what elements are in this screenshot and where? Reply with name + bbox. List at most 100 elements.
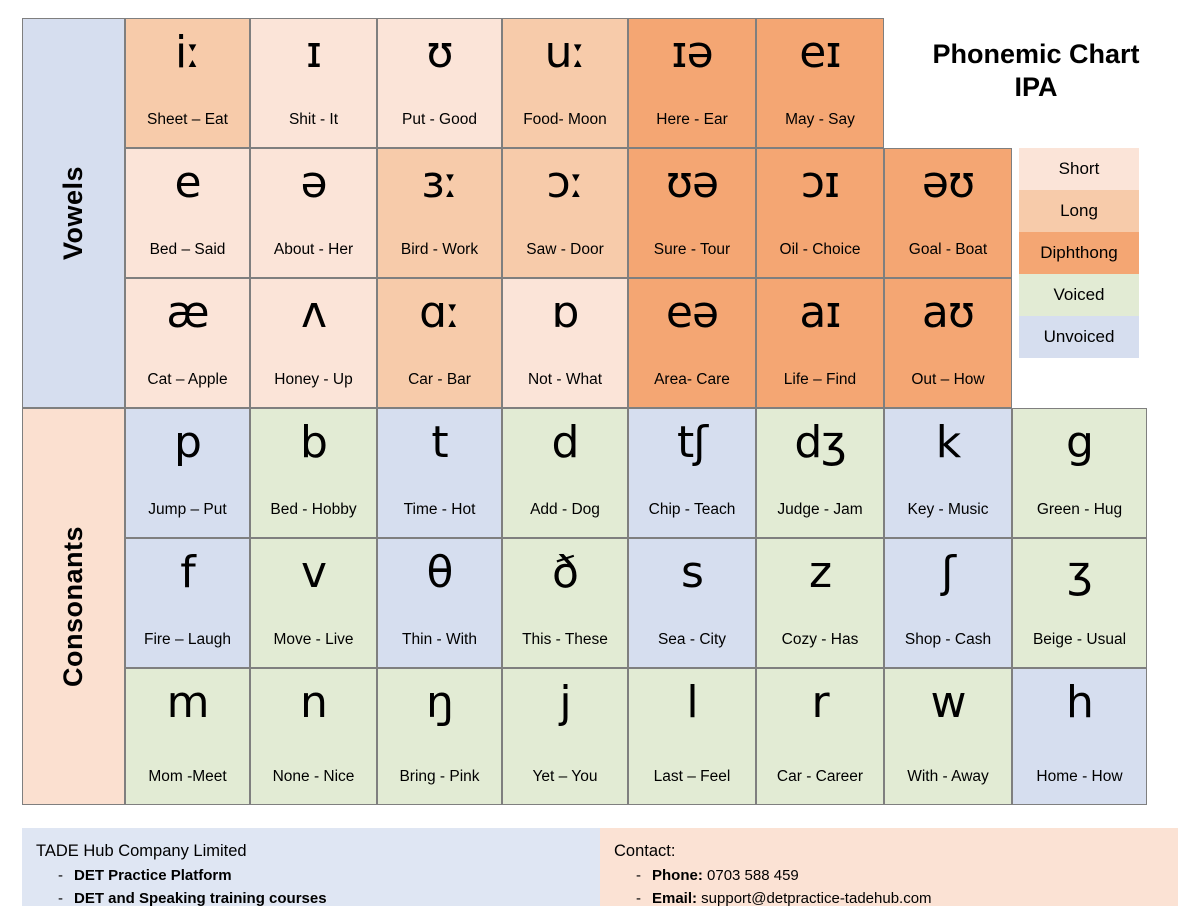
legend-item-voiced: Voiced — [1019, 274, 1139, 316]
vowel-cell[interactable]: əʊ Goal - Boat — [884, 148, 1012, 278]
title-line-1: Phonemic Chart — [932, 39, 1140, 69]
bullet-dash: - — [636, 890, 641, 908]
vowel-cell[interactable]: uː Food- Moon — [502, 18, 628, 148]
footer-company-heading: TADE Hub Company Limited — [36, 842, 247, 860]
vowel-cell[interactable]: ʊə Sure - Tour — [628, 148, 756, 278]
consonants-label-text: Consonants — [58, 525, 88, 687]
consonant-cell[interactable]: z Cozy - Has — [756, 538, 884, 668]
vowel-cell[interactable]: eə Area- Care — [628, 278, 756, 408]
vowel-cell[interactable]: ʌ Honey - Up — [250, 278, 377, 408]
consonant-cell[interactable]: s Sea - City — [628, 538, 756, 668]
vowel-cell[interactable]: ɔɪ Oil - Choice — [756, 148, 884, 278]
phoneme-example-words: Sheet – Eat — [146, 111, 228, 128]
phoneme-symbol: aɪ — [799, 287, 841, 338]
vowels-section-label: Vowels — [22, 18, 125, 408]
consonant-cell[interactable]: n None - Nice — [250, 668, 377, 805]
phoneme-symbol: h — [1066, 677, 1094, 728]
phoneme-example-words: Goal - Boat — [908, 241, 988, 258]
footer-contact-item-value: 0703 588 459 — [702, 866, 799, 884]
phoneme-example-words: Move - Live — [273, 631, 354, 648]
footer-contact-item-label: Phone: — [652, 866, 703, 884]
vowel-cell[interactable]: ə About - Her — [250, 148, 377, 278]
consonant-cell[interactable]: dʒ Judge - Jam — [756, 408, 884, 538]
phoneme-example-words: Cozy - Has — [781, 631, 859, 648]
phoneme-symbol: dʒ — [794, 417, 846, 468]
consonant-cell[interactable]: ʒ Beige - Usual — [1012, 538, 1147, 668]
legend: Short Long Diphthong Voiced Unvoiced — [1019, 148, 1139, 358]
consonant-cell[interactable]: w With - Away — [884, 668, 1012, 805]
phoneme-example-words: Home - How — [1036, 768, 1123, 785]
phoneme-example-words: May - Say — [785, 111, 855, 128]
vowel-cell[interactable]: eɪ May - Say — [756, 18, 884, 148]
consonant-cell[interactable]: g Green - Hug — [1012, 408, 1147, 538]
phoneme-example-words: Bring - Pink — [399, 768, 480, 785]
consonant-cell[interactable]: f Fire – Laugh — [125, 538, 250, 668]
phoneme-symbol: ɪ — [305, 27, 322, 78]
phoneme-symbol: s — [681, 547, 704, 598]
consonant-cell[interactable]: θ Thin - With — [377, 538, 502, 668]
footer-contact-item-value: support@detpractice-tadehub.com — [697, 890, 932, 908]
consonant-cell[interactable]: tʃ Chip - Teach — [628, 408, 756, 538]
phoneme-symbol: ɜː — [421, 157, 458, 208]
footer-company-block: TADE Hub Company Limited - DET Practice P… — [22, 828, 600, 907]
consonant-cell[interactable]: v Move - Live — [250, 538, 377, 668]
footer-contact-items: - Phone: 0703 588 459- Email: support@detp… — [614, 864, 1164, 911]
consonant-cell[interactable]: t Time - Hot — [377, 408, 502, 538]
phoneme-example-words: Time - Hot — [403, 501, 476, 518]
footer-company-item-text: DET and Speaking training courses — [74, 887, 327, 910]
phoneme-example-words: Not - What — [527, 371, 603, 388]
consonant-cell[interactable]: h Home - How — [1012, 668, 1147, 805]
phoneme-example-words: Add - Dog — [530, 501, 600, 518]
vowel-cell[interactable]: æ Cat – Apple — [125, 278, 250, 408]
consonant-cell[interactable]: m Mom -Meet — [125, 668, 250, 805]
vowel-cell[interactable]: aɪ Life – Find — [756, 278, 884, 408]
phoneme-example-words: Jump – Put — [148, 501, 227, 518]
phoneme-example-words: Bird - Work — [400, 241, 479, 258]
vowel-cell[interactable]: ɪə Here - Ear — [628, 18, 756, 148]
vowel-cell[interactable]: ɜː Bird - Work — [377, 148, 502, 278]
consonant-cell[interactable]: l Last – Feel — [628, 668, 756, 805]
consonant-cell[interactable]: j Yet – You — [502, 668, 628, 805]
phoneme-symbol: ɪə — [671, 27, 713, 78]
phoneme-example-words: Saw - Door — [526, 241, 604, 258]
vowel-cell[interactable]: ɔː Saw - Door — [502, 148, 628, 278]
vowel-cell[interactable]: ʊ Put - Good — [377, 18, 502, 148]
vowel-cell[interactable]: aʊ Out – How — [884, 278, 1012, 408]
phoneme-symbol: n — [300, 677, 328, 728]
vowel-cell[interactable]: iː Sheet – Eat — [125, 18, 250, 148]
phoneme-example-words: Shop - Cash — [904, 631, 992, 648]
phoneme-example-words: Food- Moon — [523, 111, 607, 128]
phoneme-symbol: f — [180, 547, 195, 598]
consonant-cell[interactable]: k Key - Music — [884, 408, 1012, 538]
phoneme-symbol: eə — [665, 287, 719, 338]
bullet-dash: - — [636, 866, 641, 884]
vowel-cell[interactable]: ɒ Not - What — [502, 278, 628, 408]
phoneme-symbol: eɪ — [799, 27, 841, 78]
consonant-cell[interactable]: p Jump – Put — [125, 408, 250, 538]
consonant-cell[interactable]: d Add - Dog — [502, 408, 628, 538]
phoneme-symbol: z — [808, 547, 832, 598]
vowel-cell[interactable]: ɑː Car - Bar — [377, 278, 502, 408]
phoneme-symbol: ʊ — [426, 27, 453, 78]
phoneme-example-words: Car - Career — [776, 768, 864, 785]
consonant-cell[interactable]: b Bed - Hobby — [250, 408, 377, 538]
page-title: Phonemic Chart IPA — [886, 38, 1186, 104]
phoneme-symbol: r — [811, 677, 829, 728]
phoneme-symbol: l — [686, 677, 698, 728]
footer-company-item-label: DET and Speaking training courses — [74, 890, 327, 908]
footer-contact-item: - Phone: 0703 588 459 — [614, 864, 1164, 887]
legend-item-short: Short — [1019, 148, 1139, 190]
phoneme-example-words: Oil - Choice — [779, 241, 861, 258]
bullet-dash: - — [58, 890, 63, 908]
phoneme-example-words: Sure - Tour — [653, 241, 731, 258]
consonant-cell[interactable]: ð This - These — [502, 538, 628, 668]
vowel-cell[interactable]: e Bed – Said — [125, 148, 250, 278]
vowel-cell[interactable]: ɪ Shit - It — [250, 18, 377, 148]
legend-item-unvoiced: Unvoiced — [1019, 316, 1139, 358]
phoneme-example-words: Put - Good — [402, 111, 477, 128]
consonant-cell[interactable]: ʃ Shop - Cash — [884, 538, 1012, 668]
consonant-cell[interactable]: r Car - Career — [756, 668, 884, 805]
phoneme-symbol: ɔɪ — [800, 157, 841, 208]
bullet-dash: - — [58, 866, 63, 884]
consonant-cell[interactable]: ŋ Bring - Pink — [377, 668, 502, 805]
